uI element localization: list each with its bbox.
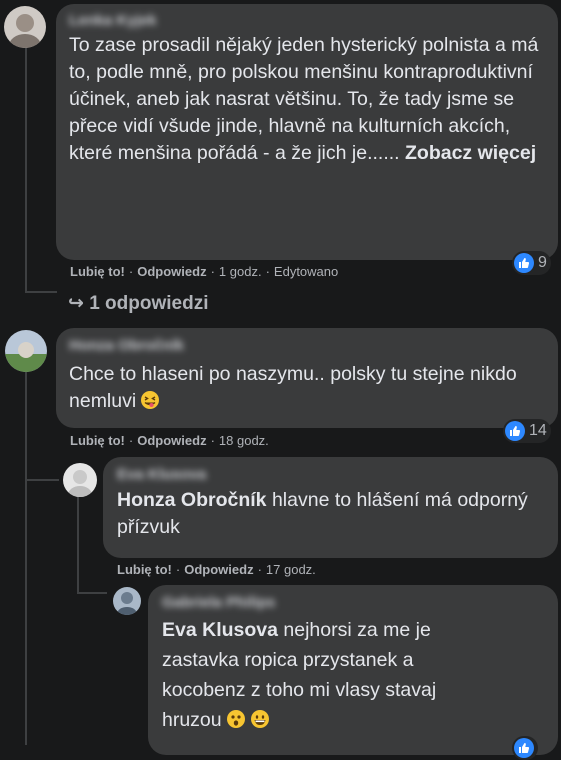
reply-text: Honza Obročník hlavne to hlášení má odpo…: [117, 489, 528, 538]
comment-text: To zase prosadil nějaký jeden hysterický…: [69, 34, 539, 164]
mention-link[interactable]: Eva Klusova: [162, 619, 278, 641]
comment-author[interactable]: Lenka Kyjek: [69, 12, 544, 29]
avatar[interactable]: [4, 6, 46, 48]
comment-bubble: Lenka Kyjek To zase prosadil nějaký jede…: [56, 4, 558, 260]
comment-actions: Lubię to! · Odpowiedz · 18 godz.: [70, 433, 269, 448]
reaction-count-value: 14: [529, 422, 547, 439]
thread-line-3: [77, 496, 79, 594]
like-icon: [514, 253, 534, 273]
thread-line-1: [25, 45, 27, 293]
like-button[interactable]: Lubię to!: [70, 264, 125, 279]
avatar[interactable]: [63, 463, 97, 497]
timestamp[interactable]: 17 godz.: [266, 562, 316, 577]
grinning-emoji: [250, 708, 270, 728]
reply-text: Eva Klusova nejhorsi za me je zastavka r…: [162, 619, 437, 731]
reply-bubble: Gabriela Philips Eva Klusova nejhorsi za…: [148, 585, 558, 755]
like-icon: [505, 421, 525, 441]
see-more-link[interactable]: Zobacz więcej: [405, 142, 536, 164]
reaction-count[interactable]: 9: [512, 251, 551, 275]
reply-button[interactable]: Odpowiedz: [137, 264, 206, 279]
thread-line-3-elbow: [77, 592, 107, 594]
comment-text: Chce to hlaseni po naszymu.. polsky tu s…: [69, 363, 517, 412]
thread-line-2: [25, 372, 27, 745]
like-icon: [514, 738, 534, 758]
thread-line-2-elbow: [25, 479, 59, 481]
reply-arrow-icon: ↪: [68, 293, 84, 314]
comment-author[interactable]: Honza Obročník: [69, 337, 544, 354]
like-button[interactable]: Lubię to!: [117, 562, 172, 577]
reply-button[interactable]: Odpowiedz: [184, 562, 253, 577]
reply-author[interactable]: Eva Klusova: [117, 466, 546, 483]
reply-author[interactable]: Gabriela Philips: [162, 594, 546, 611]
squinting-tongue-emoji: [140, 390, 160, 410]
reaction-partial[interactable]: [512, 736, 538, 760]
comment-actions: Lubię to! · Odpowiedz · 1 godz. · Edytowano: [70, 264, 339, 279]
mention-link[interactable]: Honza Obročník: [117, 489, 267, 511]
astonished-emoji: [226, 708, 246, 728]
timestamp[interactable]: 18 godz.: [219, 433, 269, 448]
like-button[interactable]: Lubię to!: [70, 433, 125, 448]
avatar[interactable]: [113, 587, 141, 615]
reaction-count[interactable]: 14: [503, 419, 551, 443]
view-replies-link[interactable]: ↪ 1 odpowiedzi: [68, 292, 208, 315]
timestamp[interactable]: 1 godz.: [219, 264, 262, 279]
reply-actions: Lubię to! · Odpowiedz · 17 godz.: [117, 562, 316, 577]
reply-button[interactable]: Odpowiedz: [137, 433, 206, 448]
reply-bubble: Eva Klusova Honza Obročník hlavne to hlá…: [103, 457, 558, 558]
thread-line-1-elbow: [25, 291, 57, 293]
avatar[interactable]: [5, 330, 47, 372]
reaction-count-value: 9: [538, 254, 547, 271]
edited-label: Edytowano: [273, 264, 339, 279]
comment-bubble: Honza Obročník Chce to hlaseni po naszym…: [56, 328, 558, 428]
